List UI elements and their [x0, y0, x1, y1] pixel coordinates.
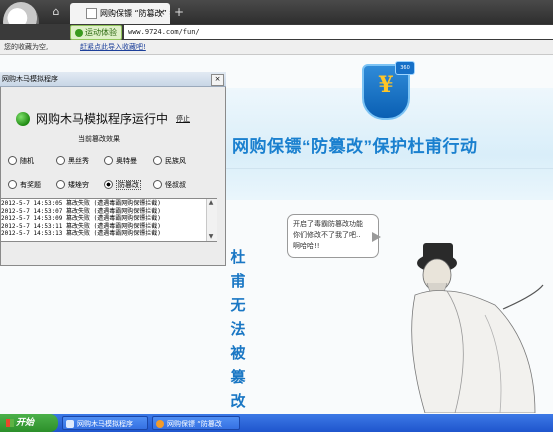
event-log[interactable]: 2012-5-7 14:53:05 篡改失败 (遭遇毒霸网购保镖拦截) 2012…	[0, 198, 217, 242]
radio-label: 民族风	[165, 157, 186, 165]
slogan-char: 法	[230, 321, 246, 338]
browser-icon	[156, 420, 164, 428]
taskbar-item-sim[interactable]: 网购木马模拟程序	[62, 416, 148, 430]
log-entry: 2012-5-7 14:53:07 篡改失败 (遭遇毒霸网购保镖拦截)	[1, 207, 161, 215]
dialog-title: 网购木马模拟程序	[2, 75, 58, 83]
vertical-slogan: 杜 甫 无 法 被 篡 改	[230, 246, 246, 414]
radio-icon	[8, 155, 17, 165]
slogan-char: 篡	[230, 369, 246, 386]
bubble-line: 啊哈哈!!	[293, 242, 320, 250]
radio-option-short-poor[interactable]: 矮矬穷	[56, 179, 89, 190]
shield-tag: 360	[395, 61, 415, 75]
radio-label: 防篡改	[116, 180, 141, 190]
radio-label: 怪叔叔	[165, 181, 186, 189]
slogan-char: 被	[230, 345, 246, 362]
log-entry: 2012-5-7 14:53:11 篡改失败 (遭遇毒霸网购保镖拦截)	[1, 222, 161, 230]
app-window-icon	[66, 420, 74, 428]
slogan-char: 无	[230, 297, 246, 314]
tab-close-button[interactable]: ×	[158, 8, 166, 18]
radio-icon	[56, 155, 65, 165]
slogan-char: 改	[230, 393, 246, 410]
radio-label: 奥特曼	[116, 157, 137, 165]
tab-active[interactable]: 网购保镖 “防篡改” 技	[70, 3, 170, 24]
radio-selected-icon	[104, 179, 113, 189]
log-entry: 2012-5-7 14:53:09 篡改失败 (遭遇毒霸网购保镖拦截)	[1, 215, 161, 222]
taskbar-item-label: 网购保镖 “防篡改	[167, 420, 222, 428]
page-favicon-icon	[86, 8, 97, 19]
slogan-char: 甫	[230, 273, 246, 290]
running-status-icon	[16, 112, 30, 126]
start-label: 开始	[16, 418, 35, 428]
scroll-down-icon[interactable]: ▼	[206, 233, 216, 241]
radio-option-weird-uncle[interactable]: 怪叔叔	[153, 179, 186, 190]
shield-check-icon	[75, 28, 83, 37]
radio-label: 黑丝秀	[68, 157, 89, 165]
import-favorites-link[interactable]: 赶紧点此导入收藏吧!	[80, 40, 146, 54]
url-input[interactable]: www.9724.com/fun/	[124, 25, 553, 39]
taskbar-item-label: 网购木马模拟程序	[77, 420, 133, 428]
dialog-close-button[interactable]: ×	[211, 74, 224, 86]
banner-title: 网购保镖“防篡改”保护杜甫行动	[232, 137, 478, 156]
taskbar-item-browser[interactable]: 网购保镖 “防篡改	[152, 416, 240, 430]
speech-bubble: 开启了毒霸防篡改功能 你们修改不了我了吧.. 啊哈哈!!	[287, 214, 379, 258]
security-badge[interactable]: 运动体验	[70, 25, 122, 40]
speech-bubble-tail	[372, 232, 381, 242]
log-entry: 2012-5-7 14:53:13 篡改失败 (遭遇毒霸网购保镖拦截)	[1, 230, 161, 237]
radio-icon	[104, 155, 113, 165]
radio-icon	[56, 179, 65, 189]
status-text: 网购木马模拟程序运行中	[36, 112, 169, 126]
du-fu-portrait	[411, 243, 544, 413]
radio-option-random[interactable]: 随机	[8, 155, 34, 166]
radio-option-ultraman[interactable]: 奥特曼	[104, 155, 137, 166]
radio-label: 有奖题	[20, 181, 41, 189]
effect-label: 当前篡改效果	[78, 135, 120, 143]
stop-button[interactable]: 停止	[176, 114, 190, 124]
radio-option-ethnic[interactable]: 民族风	[153, 155, 186, 166]
security-badge-label: 运动体验	[85, 28, 117, 37]
scroll-up-icon[interactable]: ▲	[206, 199, 216, 207]
new-tab-button[interactable]: +	[174, 5, 184, 19]
start-button[interactable]: 开始	[0, 414, 58, 432]
home-icon[interactable]: ⌂	[48, 5, 64, 19]
radio-option-anti-tamper[interactable]: 防篡改	[104, 179, 141, 190]
radio-label: 随机	[20, 157, 34, 165]
yuan-symbol: ¥	[378, 72, 394, 98]
radio-icon	[153, 155, 162, 165]
windows-flag-icon	[6, 418, 14, 427]
radio-label: 矮矬穷	[68, 181, 89, 189]
favorites-empty-text: 您的收藏为空,	[4, 43, 49, 51]
bubble-line: 开启了毒霸防篡改功能	[293, 220, 363, 228]
radio-option-black-silk[interactable]: 黑丝秀	[56, 155, 89, 166]
slogan-char: 杜	[230, 249, 246, 266]
log-entry: 2012-5-7 14:53:05 篡改失败 (遭遇毒霸网购保镖拦截)	[1, 200, 161, 207]
bubble-line: 你们修改不了我了吧..	[293, 231, 361, 239]
radio-icon	[8, 179, 17, 189]
radio-option-prize[interactable]: 有奖题	[8, 179, 41, 190]
radio-icon	[153, 179, 162, 189]
